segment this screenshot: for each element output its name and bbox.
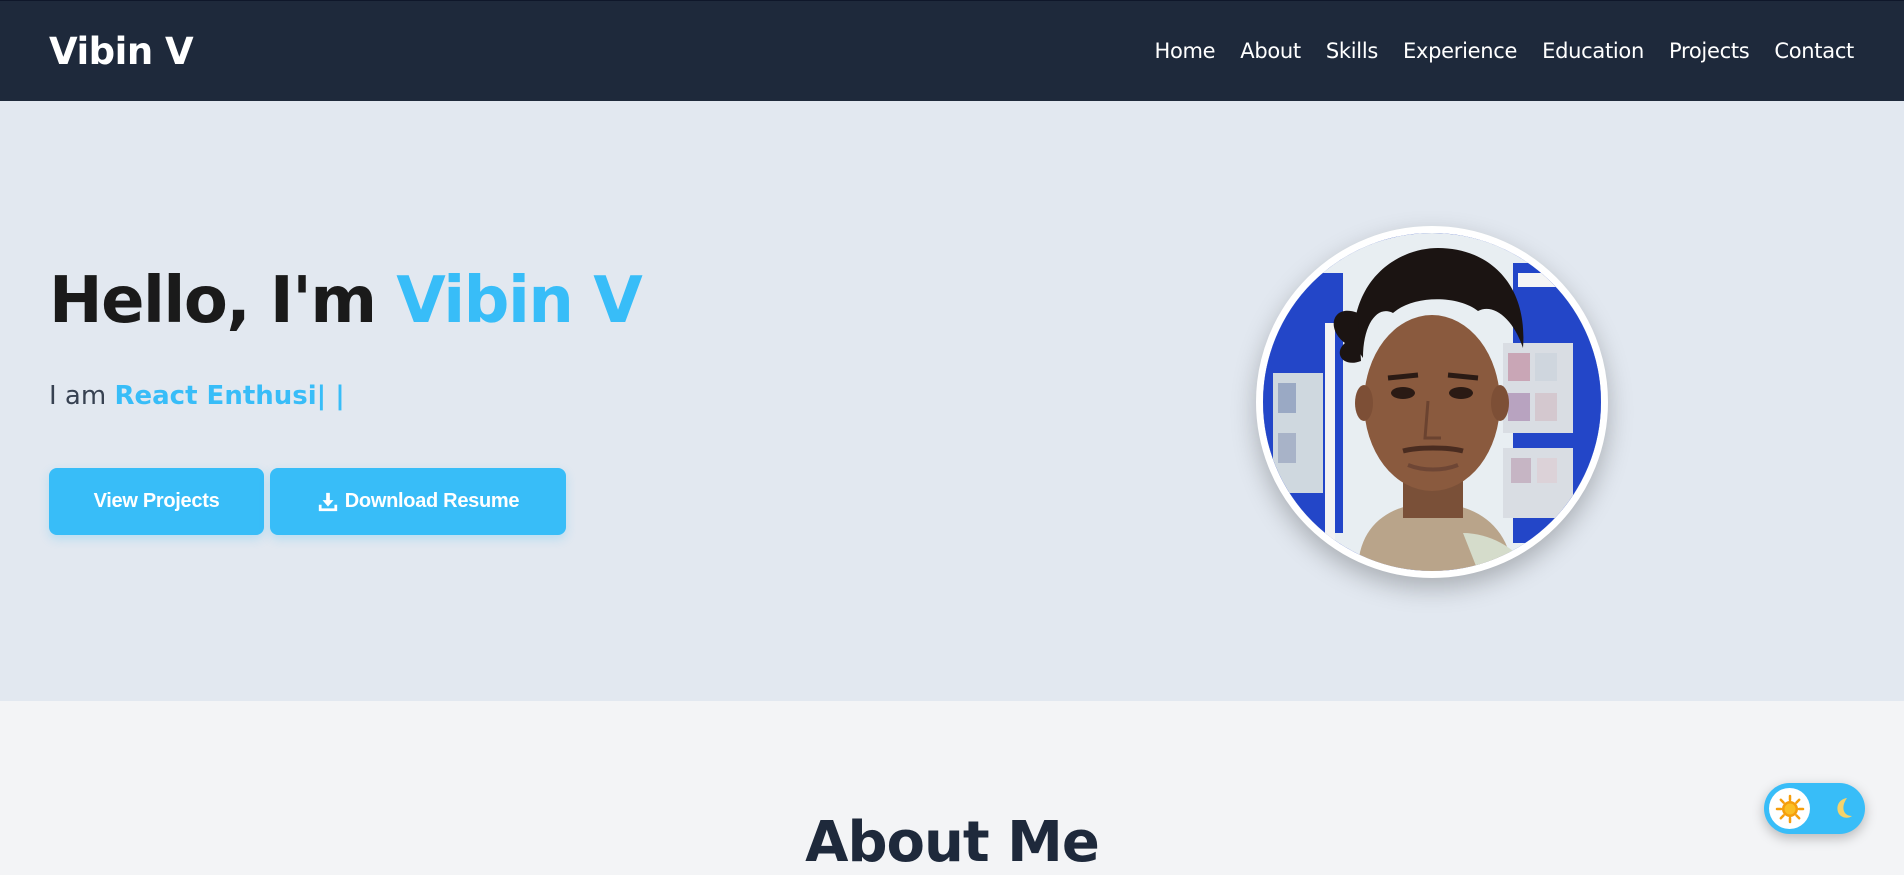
nav-link-skills[interactable]: Skills bbox=[1326, 39, 1378, 63]
theme-toggle[interactable] bbox=[1764, 783, 1865, 834]
brand-logo[interactable]: Vibin V bbox=[49, 30, 194, 73]
download-resume-button[interactable]: Download Resume bbox=[270, 468, 566, 535]
download-icon bbox=[318, 492, 337, 511]
nav-link-education[interactable]: Education bbox=[1542, 39, 1644, 63]
toggle-knob bbox=[1769, 788, 1810, 829]
about-section: About Me bbox=[0, 701, 1904, 875]
nav-links: Home About Skills Experience Education P… bbox=[1154, 39, 1854, 63]
view-projects-button[interactable]: View Projects bbox=[49, 468, 264, 535]
hero-title: Hello, I'm Vibin V bbox=[49, 264, 643, 338]
hero-subtitle-prefix: I am bbox=[49, 381, 115, 411]
about-title: About Me bbox=[805, 810, 1100, 875]
profile-avatar bbox=[1256, 226, 1608, 578]
hero-subtitle: I am React Enthusi| | bbox=[49, 381, 345, 411]
navbar: Vibin V Home About Skills Experience Edu… bbox=[0, 0, 1904, 101]
hero-section: Hello, I'm Vibin V I am React Enthusi| |… bbox=[0, 101, 1904, 701]
hero-name: Vibin V bbox=[396, 264, 642, 338]
nav-link-experience[interactable]: Experience bbox=[1403, 39, 1517, 63]
nav-link-contact[interactable]: Contact bbox=[1774, 39, 1854, 63]
moon-icon bbox=[1837, 798, 1852, 818]
sun-icon bbox=[1775, 794, 1804, 823]
profile-photo bbox=[1263, 233, 1601, 571]
typed-role-text: React Enthusi| | bbox=[114, 381, 345, 411]
hero-greeting: Hello, I'm bbox=[49, 264, 397, 338]
nav-link-projects[interactable]: Projects bbox=[1669, 39, 1750, 63]
nav-link-about[interactable]: About bbox=[1240, 39, 1301, 63]
download-resume-label: Download Resume bbox=[344, 490, 520, 512]
nav-link-home[interactable]: Home bbox=[1154, 39, 1215, 63]
